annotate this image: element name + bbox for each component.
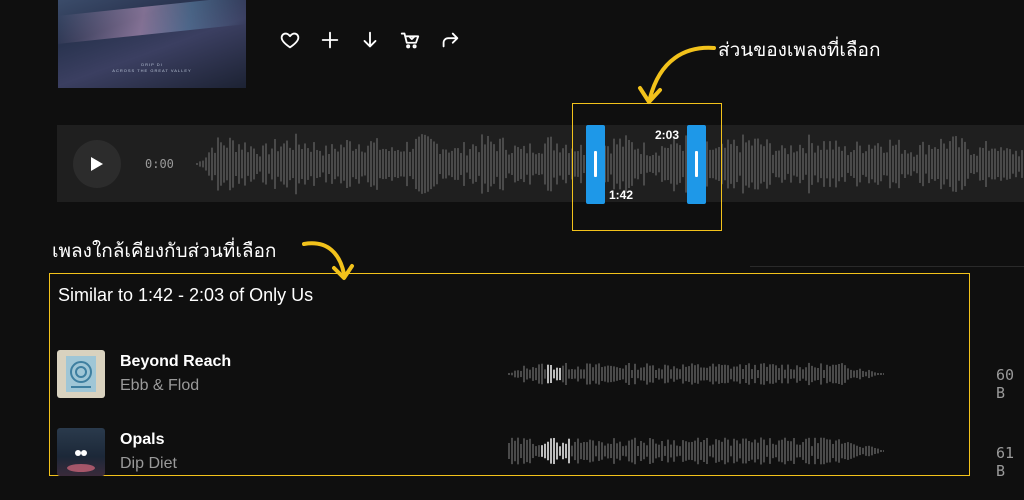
spiral-artwork-icon (66, 356, 96, 392)
track-bpm: 60 B (996, 366, 1015, 402)
opals-artwork-icon (67, 450, 95, 472)
similar-section-title: Similar to 1:42 - 2:03 of Only Us (58, 285, 314, 305)
current-time: 0:00 (145, 157, 174, 171)
album-art: DRIP DI ACROSS THE GREAT VALLEY (58, 0, 246, 88)
like-button[interactable] (276, 26, 304, 54)
add-button[interactable] (316, 26, 344, 54)
arrow-down-icon (363, 31, 377, 48)
track-thumbnail (57, 350, 105, 398)
share-icon (442, 32, 459, 48)
track-waveform[interactable] (508, 358, 884, 390)
track-artist[interactable]: Dip Diet (120, 455, 177, 473)
selection-end-time: 2:03 (655, 128, 680, 142)
play-icon (91, 157, 103, 171)
annotation-similar-label: เพลงใกล้เคียงกับส่วนที่เลือก (52, 240, 277, 262)
selection-start-time: 1:42 (609, 188, 634, 202)
track-waveform[interactable] (508, 434, 884, 468)
heart-icon (280, 32, 300, 49)
track-bpm: 61 B (996, 444, 1015, 480)
album-art-caption-title: ACROSS THE GREAT VALLEY (112, 68, 192, 73)
cart-button[interactable] (396, 26, 424, 54)
plus-icon (321, 31, 339, 49)
cart-icon (400, 32, 420, 49)
play-button[interactable] (73, 140, 121, 188)
track-title[interactable]: Opals (120, 431, 164, 449)
selection-end-handle[interactable] (687, 125, 706, 204)
share-button[interactable] (436, 26, 464, 54)
track-title[interactable]: Beyond Reach (120, 353, 231, 371)
track-thumbnail (57, 428, 105, 476)
download-button[interactable] (356, 26, 384, 54)
track-actions (276, 26, 464, 54)
section-divider (750, 266, 1024, 267)
track-artist[interactable]: Ebb & Flod (120, 377, 199, 395)
selection-start-handle[interactable] (586, 125, 605, 204)
annotation-selection-label: ส่วนของเพลงที่เลือก (718, 39, 881, 61)
annotation-arrow-selection (638, 45, 716, 104)
